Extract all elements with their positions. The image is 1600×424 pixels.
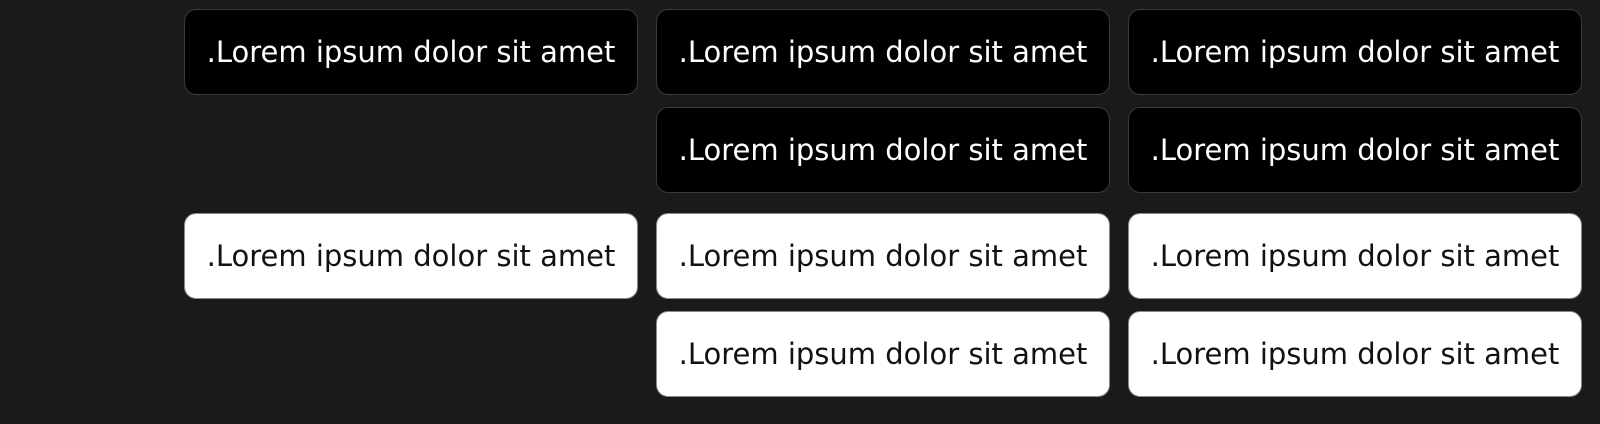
dark-button[interactable]: .Lorem ipsum dolor sit amet (1128, 107, 1582, 193)
dark-button[interactable]: .Lorem ipsum dolor sit amet (656, 9, 1110, 95)
light-button[interactable]: .Lorem ipsum dolor sit amet (1128, 213, 1582, 299)
light-button[interactable]: .Lorem ipsum dolor sit amet (184, 213, 638, 299)
light-button[interactable]: .Lorem ipsum dolor sit amet (656, 311, 1110, 397)
light-button[interactable]: .Lorem ipsum dolor sit amet (656, 213, 1110, 299)
light-button[interactable]: .Lorem ipsum dolor sit amet (1128, 311, 1582, 397)
button-showcase: .Lorem ipsum dolor sit amet .Lorem ipsum… (0, 0, 1600, 424)
dark-button[interactable]: .Lorem ipsum dolor sit amet (184, 9, 638, 95)
dark-button[interactable]: .Lorem ipsum dolor sit amet (1128, 9, 1582, 95)
dark-button[interactable]: .Lorem ipsum dolor sit amet (656, 107, 1110, 193)
